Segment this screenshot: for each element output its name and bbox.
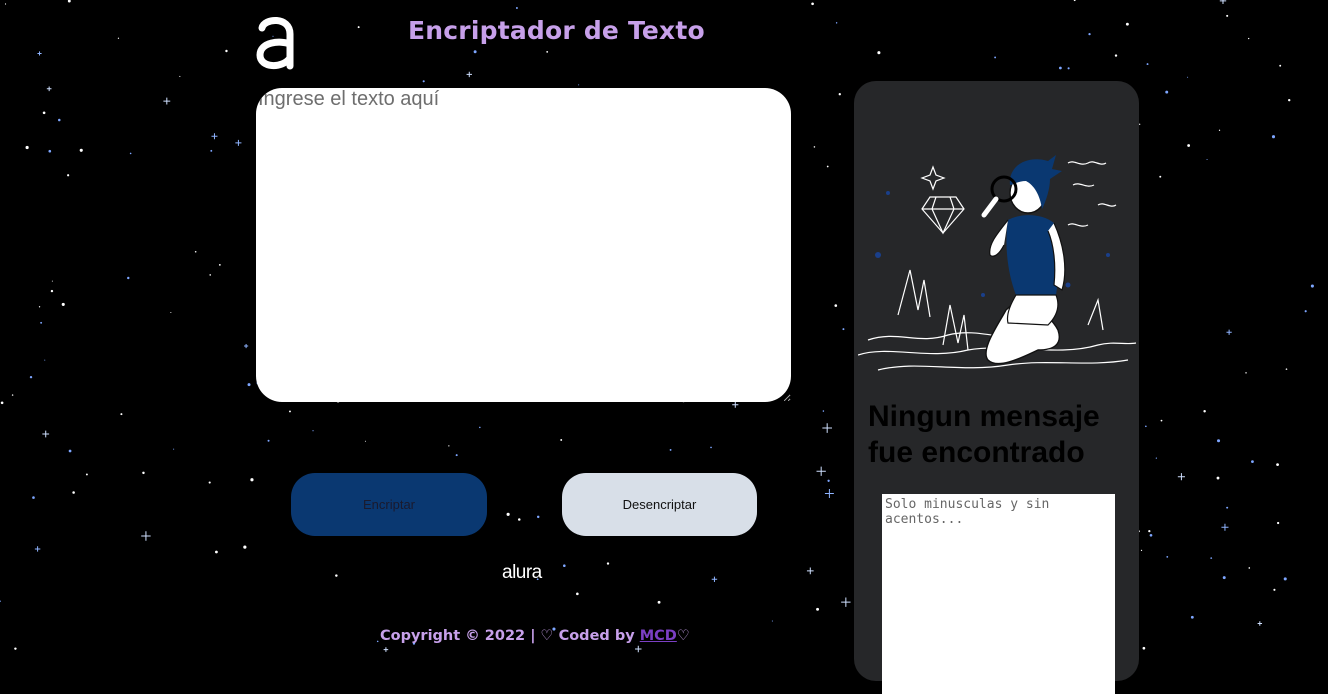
output-textarea[interactable] xyxy=(882,494,1115,694)
encrypt-button[interactable]: Encriptar xyxy=(291,473,487,536)
author-link[interactable]: MCD xyxy=(640,628,677,644)
footer: Copyright © 2022 | ♡ Coded by MCD♡ xyxy=(380,628,690,644)
page-title: Encriptador de Texto xyxy=(408,16,705,45)
text-input[interactable] xyxy=(256,88,791,402)
decrypt-button[interactable]: Desencriptar xyxy=(562,473,757,536)
person-with-magnifying-glass-icon xyxy=(858,155,1137,371)
input-card xyxy=(256,88,791,402)
alura-logo-icon xyxy=(256,17,294,70)
alura-brand-logo: alura xyxy=(502,562,542,583)
no-message-heading: Ningun mensaje fue encontrado xyxy=(868,400,1100,469)
footer-text: Copyright © 2022 | ♡ Coded by xyxy=(380,628,640,644)
result-panel: Ningun mensaje fue encontrado xyxy=(854,81,1139,694)
heart-icon: ♡ xyxy=(676,628,690,644)
